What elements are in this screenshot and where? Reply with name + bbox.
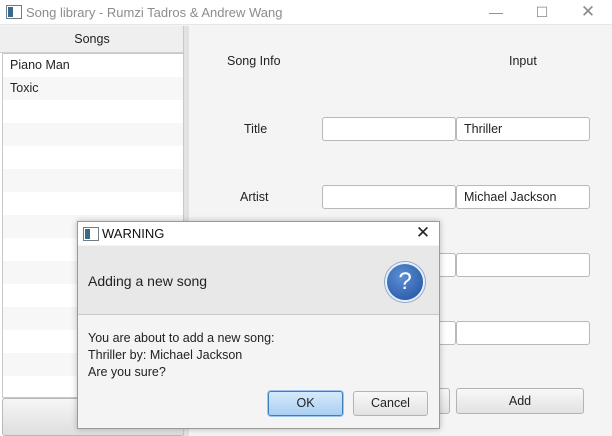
list-item-empty [3,169,183,192]
dialog-title: WARNING [102,226,165,241]
title-label: Title [244,122,268,136]
song-info-header: Song Info [227,54,281,68]
artist-label: Artist [240,190,269,204]
dialog-content-line: Are you sure? [88,365,166,379]
year-input[interactable] [456,321,590,345]
dialog-header: Adding a new song ? [78,246,439,315]
artist-field[interactable] [322,185,456,209]
songs-header: Songs [0,26,184,53]
title-input[interactable]: Thriller [456,117,590,141]
dialog-content-line: You are about to add a new song: [88,331,275,345]
list-item-empty [3,192,183,215]
dialog-content-line: Thriller by: Michael Jackson [88,348,243,362]
app-window-icon [6,5,22,19]
list-item-empty [3,146,183,169]
maximize-icon[interactable]: ☐ [533,4,551,20]
cancel-button[interactable]: Cancel [353,391,428,416]
list-item-empty [3,123,183,146]
window-titlebar: Song library - Rumzi Tadros & Andrew Wan… [0,0,612,25]
close-icon[interactable]: ✕ [579,3,597,20]
title-field[interactable] [322,117,456,141]
minimize-icon[interactable]: — [487,4,505,20]
list-item[interactable]: Piano Man [3,54,183,77]
app-window-icon [83,227,99,241]
input-header: Input [509,54,537,68]
ok-button[interactable]: OK [268,391,343,416]
artist-input[interactable]: Michael Jackson [456,185,590,209]
window-title: Song library - Rumzi Tadros & Andrew Wan… [26,5,283,20]
dialog-header-text: Adding a new song [88,273,208,289]
close-icon[interactable]: ✕ [414,224,432,242]
warning-dialog: WARNING ✕ Adding a new song ? You are ab… [77,221,440,429]
question-icon: ? [385,262,425,302]
list-item-empty [3,100,183,123]
add-button[interactable]: Add [456,388,584,414]
dialog-titlebar: WARNING ✕ [78,222,439,245]
dialog-content: You are about to add a new song: Thrille… [88,330,275,381]
list-item[interactable]: Toxic [3,77,183,100]
album-input[interactable] [456,253,590,277]
